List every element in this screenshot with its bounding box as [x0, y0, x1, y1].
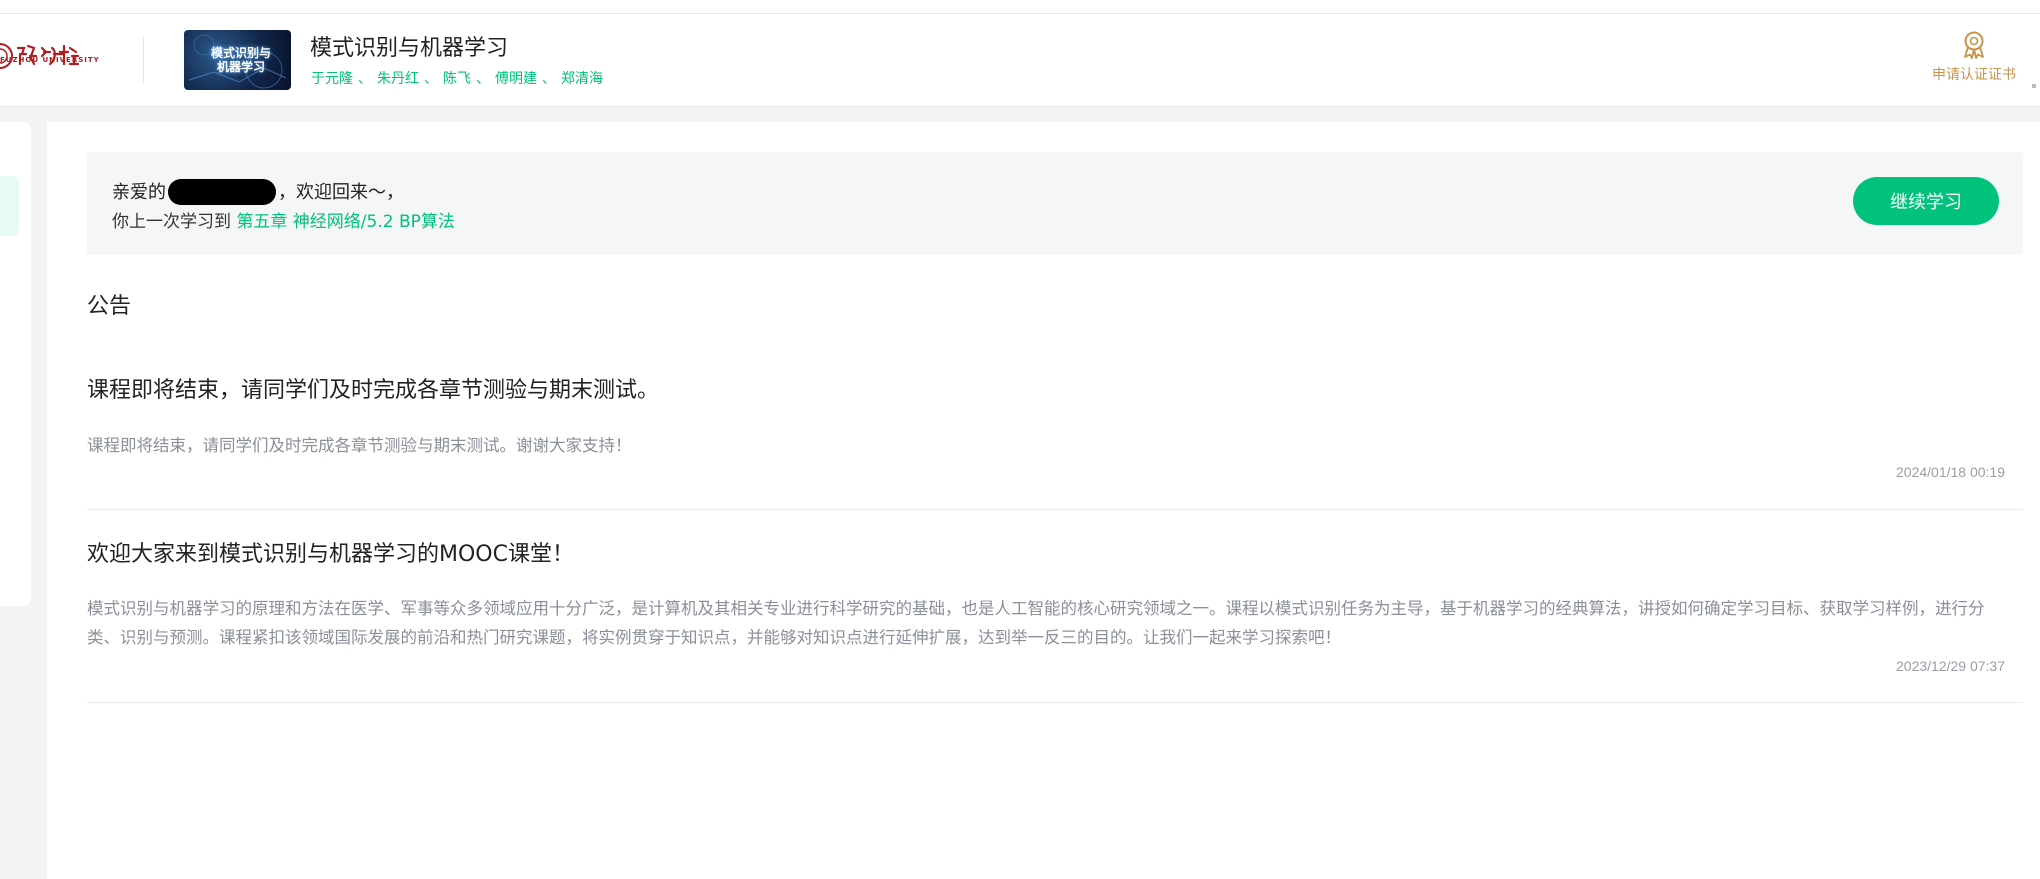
redacted-username: [168, 179, 276, 205]
last-study-line: 你上一次学习到 第五章 神经网络/5.2 BP算法: [112, 207, 455, 232]
last-study-prefix: 你上一次学习到: [112, 212, 231, 232]
teacher-separator: 、: [542, 71, 556, 87]
last-study-link[interactable]: 第五章 神经网络/5.2 BP算法: [236, 212, 455, 232]
thumbnail-title: 模式识别与机器学习: [210, 46, 271, 74]
greeting-prefix: 亲爱的: [112, 182, 166, 203]
course-thumbnail[interactable]: 模式识别与机器学习: [184, 30, 291, 90]
teacher-link[interactable]: 傅明建: [495, 71, 537, 87]
teacher-separator: 、: [424, 71, 438, 87]
announcement-body: 模式识别与机器学习的原理和方法在医学、军事等众多领域应用十分广泛，是计算机及其相…: [87, 599, 1985, 647]
welcome-greeting: 亲爱的 ，欢迎回来～，: [112, 178, 404, 205]
header-overflow-dot: [2032, 84, 2036, 88]
course-header: FUZHOU UNIVERSITY 模式识别与机器学习 模式识别与机器学习 于元…: [0, 14, 2040, 107]
announcement-item: 课程即将结束，请同学们及时完成各章节测验与期末测试。 课程即将结束，请同学们及时…: [87, 372, 2023, 510]
university-logo-text: FUZHOU UNIVERSITY: [0, 56, 100, 64]
course-title: 模式识别与机器学习: [310, 36, 509, 61]
continue-learning-button[interactable]: 继续学习: [1853, 177, 1999, 225]
sidebar-active-item[interactable]: [0, 176, 19, 236]
apply-certificate-label: 申请认证证书: [1932, 67, 2016, 83]
award-ribbon-icon: [1964, 31, 1984, 59]
greeting-suffix: ，欢迎回来～，: [278, 182, 404, 203]
browser-top-strip: [0, 0, 2040, 14]
announcement-title[interactable]: 课程即将结束，请同学们及时完成各章节测验与期末测试。: [87, 372, 659, 404]
teacher-link[interactable]: 陈飞: [443, 71, 471, 87]
announcement-date: 2024/01/18 00:19: [1896, 464, 2005, 480]
announcement-title[interactable]: 欢迎大家来到模式识别与机器学习的MOOC课堂！: [87, 536, 574, 568]
apply-certificate-button[interactable]: 申请认证证书: [1928, 30, 2020, 84]
header-divider: [143, 36, 144, 84]
announcement-date: 2023/12/29 07:37: [1896, 658, 2005, 674]
announcement-item: 欢迎大家来到模式识别与机器学习的MOOC课堂！ 模式识别与机器学习的原理和方法在…: [87, 536, 2023, 703]
welcome-banner: 亲爱的 ，欢迎回来～， 你上一次学习到 第五章 神经网络/5.2 BP算法 继续学…: [87, 152, 2023, 255]
teacher-list: 于元隆、朱丹红、陈飞、傅明建、郑清海: [311, 68, 603, 88]
teacher-link[interactable]: 于元隆: [311, 71, 353, 87]
teacher-link[interactable]: 郑清海: [561, 71, 603, 87]
announcement-body: 课程即将结束，请同学们及时完成各章节测验与期末测试。谢谢大家支持！: [87, 436, 632, 455]
teacher-separator: 、: [476, 71, 490, 87]
announcements-title: 公告: [87, 294, 132, 319]
teacher-separator: 、: [358, 71, 372, 87]
teacher-link[interactable]: 朱丹红: [377, 71, 419, 87]
